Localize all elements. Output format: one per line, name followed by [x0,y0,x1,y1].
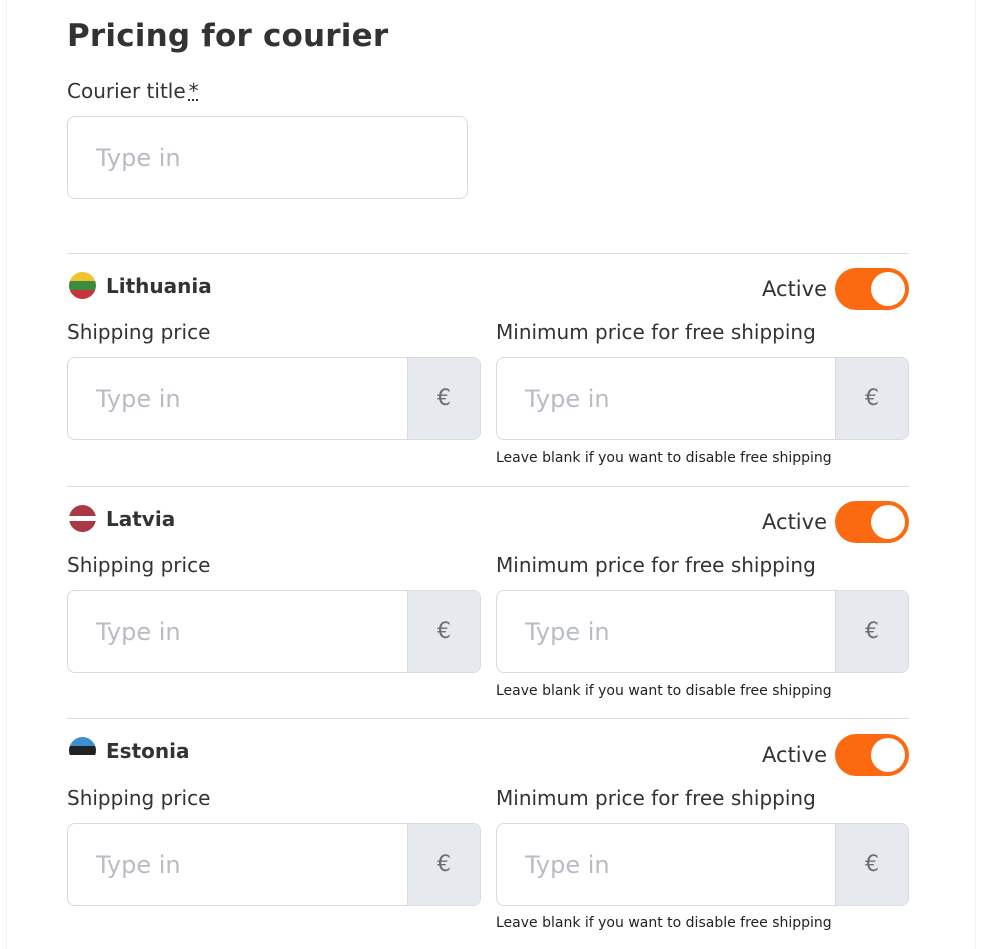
active-toggle-group-lithuania: Active [762,268,909,310]
euro-currency-addon: € [407,591,480,672]
estonia-flag-icon [69,737,96,764]
active-label: Active [762,510,827,534]
shipping-price-field-latvia[interactable]: € [67,590,481,673]
shipping-price-input[interactable] [68,824,407,905]
min-free-shipping-field-latvia[interactable]: € [496,590,909,673]
active-toggle-latvia[interactable] [835,501,909,543]
courier-title-label-text: Courier title [67,79,186,103]
shipping-price-field-estonia[interactable]: € [67,823,481,906]
euro-currency-addon: € [835,358,908,439]
lithuania-flag-icon [69,272,96,299]
latvia-flag-icon [69,505,96,532]
min-free-shipping-input[interactable] [497,824,835,905]
courier-title-label: Courier title * [67,79,199,103]
courier-title-input[interactable] [68,117,467,198]
min-free-shipping-input[interactable] [497,591,835,672]
euro-currency-addon: € [407,824,480,905]
section-divider [67,486,909,487]
country-header-latvia: Latvia [69,505,175,532]
courier-title-field[interactable] [67,116,468,199]
required-mark: * [188,79,199,103]
euro-currency-addon: € [835,824,908,905]
toggle-knob [871,272,905,306]
country-header-estonia: Estonia [69,737,189,764]
toggle-knob [871,738,905,772]
shipping-price-input[interactable] [68,358,407,439]
section-divider [67,718,909,719]
active-toggle-estonia[interactable] [835,734,909,776]
free-shipping-hint: Leave blank if you want to disable free … [496,915,832,931]
page-title: Pricing for courier [67,18,389,54]
euro-currency-addon: € [835,591,908,672]
free-shipping-hint: Leave blank if you want to disable free … [496,450,832,466]
toggle-knob [871,505,905,539]
shipping-price-field-lithuania[interactable]: € [67,357,481,440]
country-name: Latvia [106,506,176,531]
active-toggle-lithuania[interactable] [835,268,909,310]
country-header-lithuania: Lithuania [69,272,212,299]
active-label: Active [762,743,827,767]
min-free-shipping-label: Minimum price for free shipping [496,786,816,810]
active-toggle-group-latvia: Active [762,501,909,543]
shipping-price-label: Shipping price [67,786,211,810]
shipping-price-label: Shipping price [67,553,211,577]
active-label: Active [762,277,827,301]
min-free-shipping-input[interactable] [497,358,835,439]
min-free-shipping-field-lithuania[interactable]: € [496,357,909,440]
country-name: Lithuania [106,273,212,298]
free-shipping-hint: Leave blank if you want to disable free … [496,683,832,699]
shipping-price-input[interactable] [68,591,407,672]
shipping-price-label: Shipping price [67,320,211,344]
min-free-shipping-field-estonia[interactable]: € [496,823,909,906]
euro-currency-addon: € [407,358,480,439]
active-toggle-group-estonia: Active [762,734,909,776]
courier-pricing-panel: Pricing for courier Courier title* Lithu… [6,0,976,949]
min-free-shipping-label: Minimum price for free shipping [496,553,816,577]
section-divider [67,253,909,254]
min-free-shipping-label: Minimum price for free shipping [496,320,816,344]
country-name: Estonia [106,738,190,763]
